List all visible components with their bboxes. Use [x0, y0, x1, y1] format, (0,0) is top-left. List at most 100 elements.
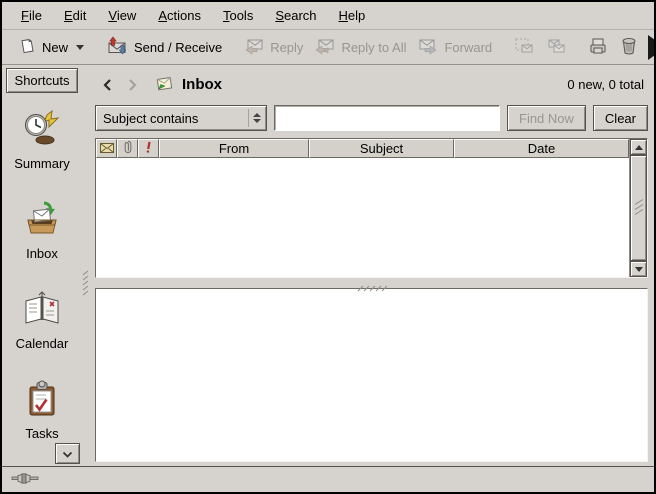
main-toolbar: New Send / Receive [2, 30, 654, 65]
search-filter-value: Subject contains [103, 111, 248, 126]
sidebar-item-label: Tasks [25, 427, 58, 440]
column-priority[interactable] [138, 139, 159, 158]
menu-help[interactable]: Help [328, 3, 377, 28]
forward-button[interactable]: Forward [412, 34, 498, 61]
clear-button[interactable]: Clear [593, 105, 648, 131]
copy-to-folder-button[interactable] [540, 34, 572, 61]
column-message-status[interactable] [96, 139, 117, 158]
reply-label: Reply [270, 41, 303, 54]
sidebar-item-label: Inbox [26, 247, 58, 260]
column-date-label: Date [528, 141, 555, 156]
splitter-grip-icon [82, 270, 89, 299]
shortcuts-sidebar: Shortcuts Summary [2, 65, 82, 466]
shortcuts-group-button[interactable]: Shortcuts [6, 68, 78, 93]
send-receive-button[interactable]: Send / Receive [100, 33, 228, 61]
column-subject[interactable]: Subject [309, 139, 454, 158]
sidebar-item-inbox[interactable]: Inbox [22, 199, 62, 260]
move-to-folder-button[interactable] [508, 34, 540, 61]
delete-button[interactable] [614, 34, 644, 61]
new-button[interactable]: New [12, 34, 90, 61]
send-receive-label: Send / Receive [134, 41, 222, 54]
move-to-folder-icon [514, 37, 534, 58]
find-now-label: Find Now [519, 111, 574, 126]
offline-plug-icon[interactable] [11, 472, 41, 488]
folder-header: Inbox 0 new, 0 total [93, 65, 650, 104]
shortcuts-group-label: Shortcuts [15, 73, 70, 88]
reply-icon [244, 37, 264, 58]
content-area: Shortcuts Summary [2, 65, 654, 466]
send-receive-icon [106, 36, 128, 58]
attachment-paperclip-icon [124, 140, 132, 157]
toolbar-overflow-button[interactable] [644, 40, 656, 55]
new-message-icon [18, 37, 36, 58]
new-button-label: New [42, 41, 68, 54]
page-title: Inbox [182, 76, 222, 93]
sidebar-item-calendar[interactable]: Calendar [16, 289, 69, 350]
folder-icon [155, 75, 174, 95]
column-attachment[interactable] [117, 139, 138, 158]
menu-view[interactable]: View [97, 3, 147, 28]
column-from-label: From [219, 141, 249, 156]
message-status-envelope-icon [100, 141, 114, 156]
column-subject-label: Subject [360, 141, 403, 156]
column-date[interactable]: Date [454, 139, 629, 158]
priority-exclamation-icon [145, 141, 152, 156]
chevron-down-icon [62, 446, 73, 461]
search-filter-dropdown[interactable]: Subject contains [95, 105, 267, 131]
message-preview-pane [95, 288, 648, 462]
menu-edit[interactable]: Edit [53, 3, 97, 28]
menu-file[interactable]: File [10, 3, 53, 28]
summary-clock-icon [22, 109, 62, 152]
combo-arrows-icon [248, 109, 264, 127]
column-from[interactable]: From [159, 139, 309, 158]
reply-button[interactable]: Reply [238, 34, 309, 61]
menu-search[interactable]: Search [264, 3, 327, 28]
search-input[interactable] [274, 105, 500, 131]
reply-to-all-button[interactable]: Reply to All [309, 34, 412, 61]
message-list-body [96, 158, 629, 277]
menu-tools[interactable]: Tools [212, 3, 264, 28]
triangle-up-icon [635, 145, 643, 150]
calendar-book-icon [22, 289, 62, 332]
message-list-table: From Subject Date [96, 139, 629, 277]
copy-to-folder-icon [546, 37, 566, 58]
menu-actions[interactable]: Actions [147, 3, 212, 28]
sidebar-item-label: Calendar [16, 337, 69, 350]
sidebar-item-tasks[interactable]: Tasks [22, 379, 62, 440]
message-counts: 0 new, 0 total [567, 77, 644, 92]
scrollbar-thumb[interactable] [630, 155, 647, 261]
scroll-up-button[interactable] [630, 139, 647, 155]
clear-label: Clear [605, 111, 636, 126]
reply-to-all-label: Reply to All [341, 41, 406, 54]
tasks-clipboard-icon [22, 379, 62, 422]
message-list: From Subject Date [95, 138, 648, 278]
chevron-down-icon [76, 45, 84, 50]
back-button[interactable] [97, 74, 117, 96]
splitter-grip-icon [357, 280, 387, 295]
message-list-header: From Subject Date [96, 139, 629, 158]
print-button[interactable] [582, 34, 614, 61]
forward-label: Forward [444, 41, 492, 54]
sidebar-item-label: Summary [14, 157, 70, 170]
reply-to-all-icon [315, 37, 335, 58]
sidebar-splitter[interactable] [82, 65, 89, 466]
sidebar-scroll-down-button[interactable] [55, 443, 80, 464]
message-list-scrollbar [629, 139, 647, 277]
forward-icon [418, 37, 438, 58]
triangle-down-icon [635, 267, 643, 272]
find-now-button[interactable]: Find Now [507, 105, 586, 131]
forward-nav-button[interactable] [123, 74, 143, 96]
preview-splitter[interactable] [93, 278, 650, 288]
status-bar [2, 466, 654, 492]
sidebar-item-summary[interactable]: Summary [14, 109, 70, 170]
menu-bar: File Edit View Actions Tools Search Help [2, 2, 654, 30]
trash-icon [620, 37, 638, 58]
inbox-tray-icon [22, 199, 62, 242]
print-icon [588, 37, 608, 58]
overflow-arrow-icon [648, 35, 655, 60]
mail-view: Inbox 0 new, 0 total Subject contains Fi… [89, 65, 654, 466]
evolution-window: File Edit View Actions Tools Search Help… [0, 0, 656, 494]
search-bar: Subject contains Find Now Clear [95, 105, 648, 131]
scroll-down-button[interactable] [630, 261, 647, 277]
scrollbar-grip-icon [634, 199, 644, 218]
